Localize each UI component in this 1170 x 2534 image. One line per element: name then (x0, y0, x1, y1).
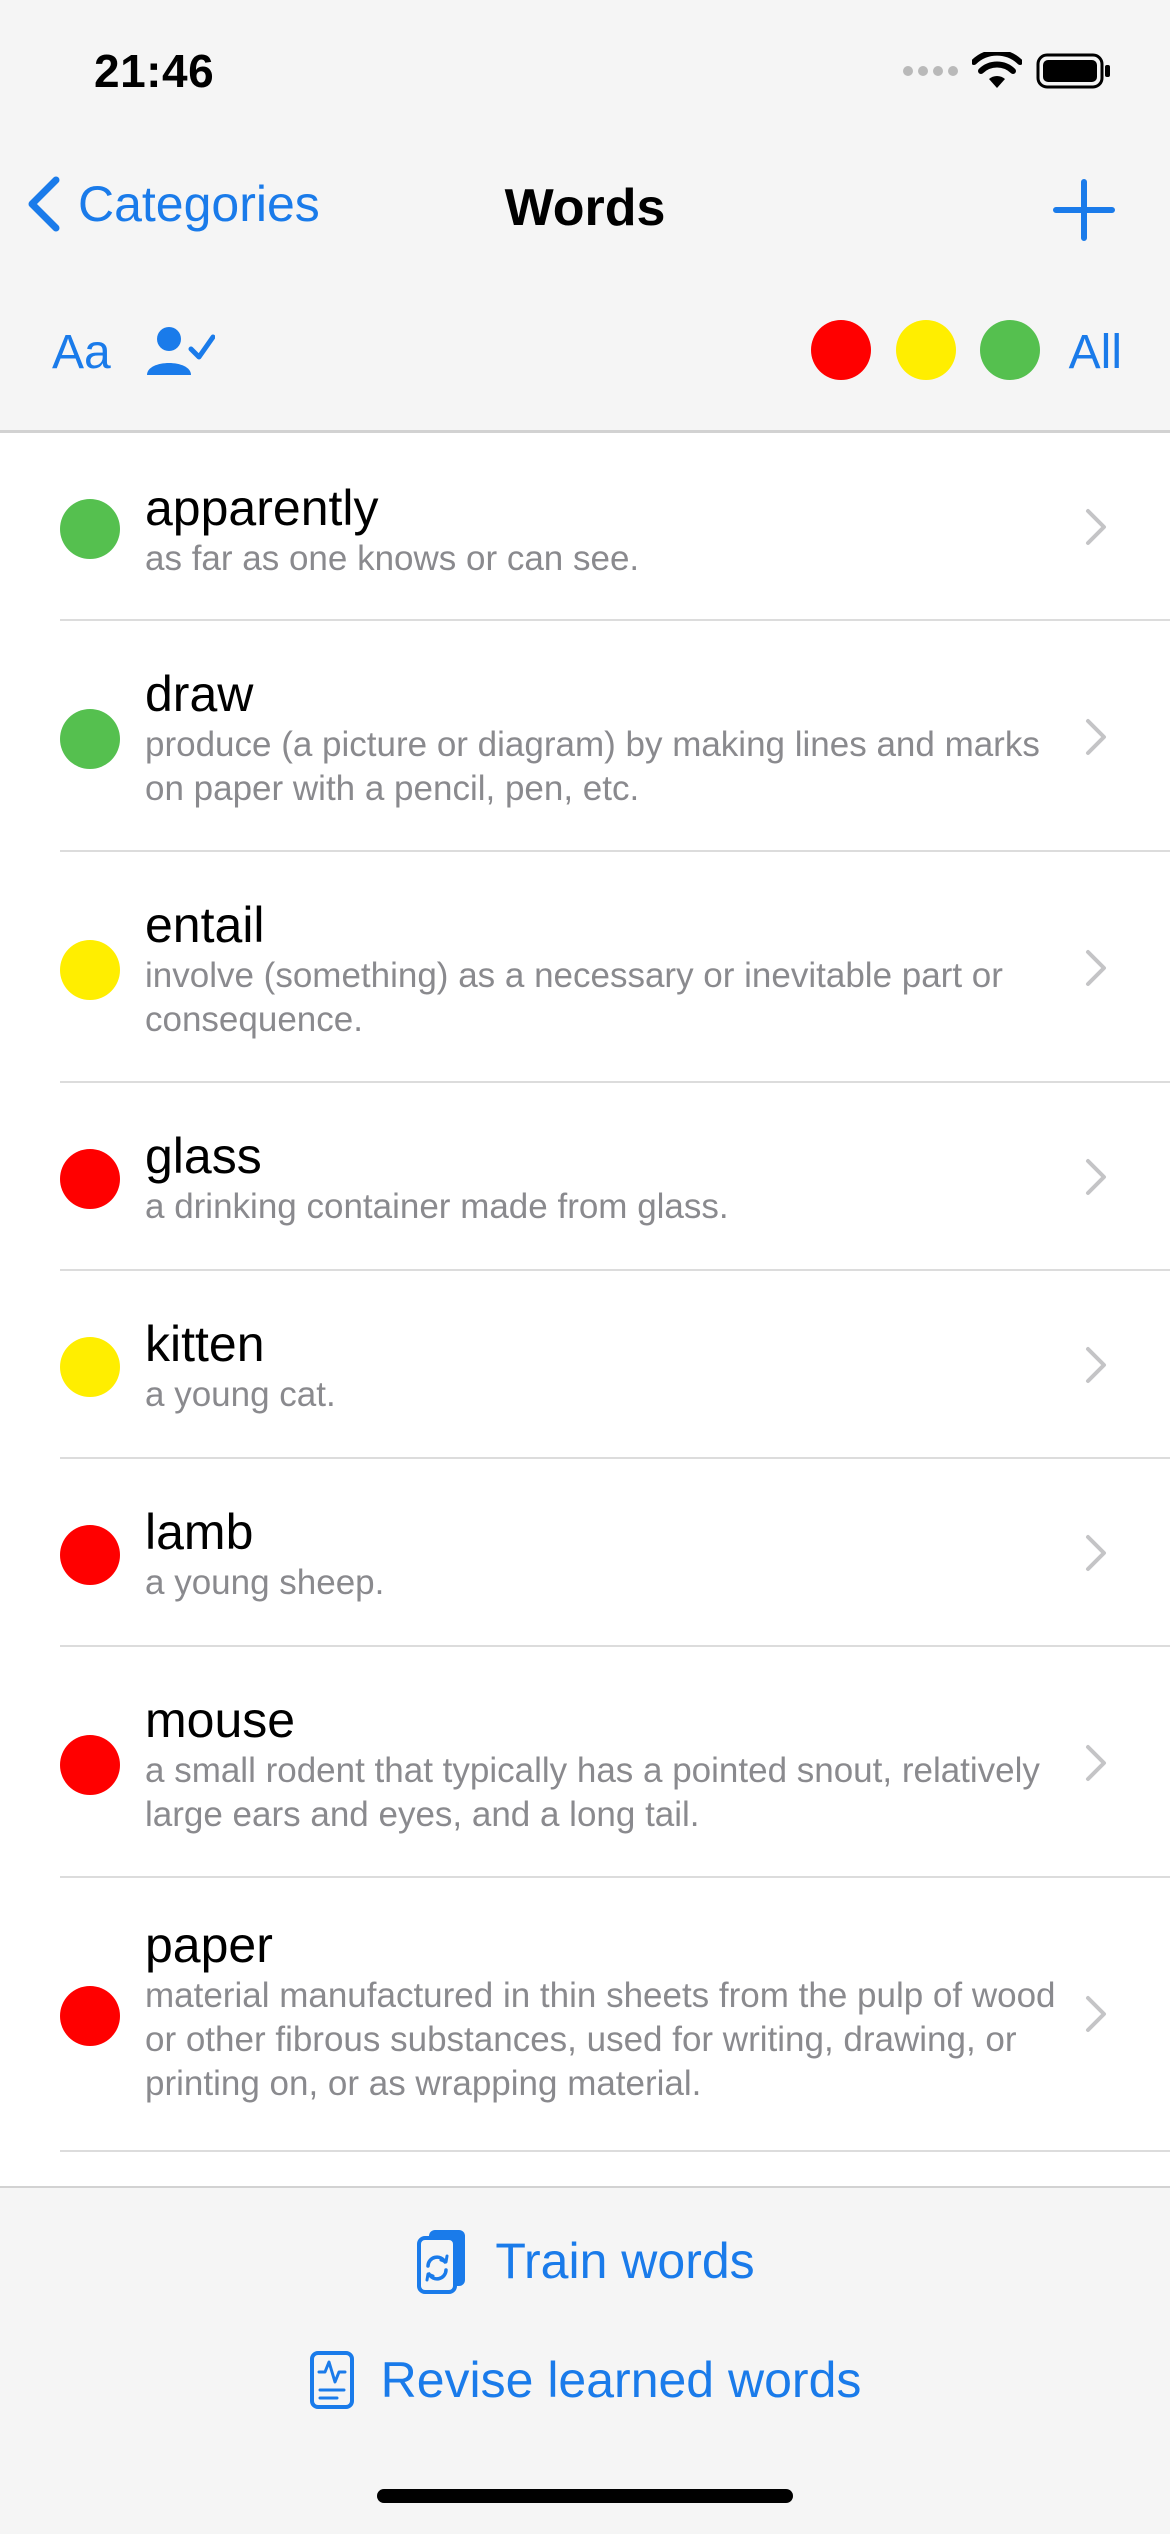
word-title: glass (145, 1128, 262, 1184)
chevron-right-icon (1086, 719, 1106, 755)
list-item[interactable]: draw produce (a picture or diagram) by m… (0, 621, 1170, 852)
phone-refresh-icon (417, 2230, 466, 2294)
cellular-signal-icon (903, 66, 958, 76)
word-definition: a young sheep. (145, 1563, 385, 1602)
row-separator (60, 2150, 1170, 2152)
list-item[interactable]: mouse a small rodent that typically has … (0, 1647, 1170, 1878)
navigation-bar: Categories Words (0, 150, 1170, 265)
word-definition: material manufactured in thin sheets fro… (145, 1976, 1056, 2103)
word-definition: produce (a picture or diagram) by making… (145, 725, 1040, 808)
filter-all-button[interactable]: All (1069, 325, 1122, 380)
chevron-right-icon (1086, 1347, 1106, 1383)
status-dot-green (60, 709, 120, 769)
filter-toolbar: Aa All (0, 265, 1170, 430)
status-icons (903, 52, 1112, 90)
chevron-right-icon (1086, 950, 1106, 986)
filter-red-button[interactable] (811, 320, 871, 380)
word-title: lamb (145, 1504, 254, 1560)
revise-learned-words-button[interactable]: Revise learned words (0, 2350, 1170, 2410)
status-bar: 21:46 (0, 0, 1170, 150)
filter-yellow-button[interactable] (896, 320, 956, 380)
wifi-icon (972, 52, 1022, 88)
page-title: Words (504, 179, 666, 237)
home-indicator (377, 2489, 793, 2503)
document-waveform-icon (309, 2351, 354, 2409)
word-definition: a drinking container made from glass. (145, 1187, 729, 1226)
list-item[interactable]: kitten a young cat. (0, 1271, 1170, 1459)
plus-icon[interactable] (1052, 178, 1116, 242)
status-dot-red (60, 1149, 120, 1209)
word-title: kitten (145, 1316, 265, 1372)
battery-icon (1036, 53, 1110, 89)
chevron-right-icon (1086, 1159, 1106, 1195)
list-item[interactable]: entail involve (something) as a necessar… (0, 852, 1170, 1083)
status-dot-red (60, 1986, 120, 2046)
word-title: draw (145, 666, 254, 722)
status-dot-green (60, 499, 120, 559)
train-words-button[interactable]: Train words (0, 2228, 1170, 2294)
status-dot-yellow (60, 940, 120, 1000)
word-list: apparently as far as one knows or can se… (0, 430, 1170, 2189)
font-size-button[interactable]: Aa (52, 325, 111, 380)
train-words-label: Train words (495, 2233, 755, 2289)
chevron-right-icon (1086, 1535, 1106, 1571)
word-definition: as far as one knows or can see. (145, 539, 640, 578)
word-definition: involve (something) as a necessary or in… (145, 956, 1003, 1039)
word-definition: a small rodent that typically has a poin… (145, 1751, 1040, 1834)
chevron-right-icon (1086, 1996, 1106, 2032)
word-definition: a young cat. (145, 1375, 336, 1414)
list-item[interactable]: apparently as far as one knows or can se… (0, 433, 1170, 621)
status-dot-red (60, 1735, 120, 1795)
status-dot-red (60, 1525, 120, 1585)
status-time: 21:46 (94, 45, 215, 97)
chevron-right-icon (1086, 509, 1106, 545)
word-title: paper (145, 1917, 273, 1973)
list-item[interactable]: paper material manufactured in thin shee… (0, 1878, 1170, 2152)
filter-green-button[interactable] (980, 320, 1040, 380)
list-item[interactable]: glass a drinking container made from gla… (0, 1083, 1170, 1271)
bottom-action-bar: Train words Revise learned words (0, 2186, 1170, 2534)
word-title: apparently (145, 480, 379, 536)
list-item[interactable]: lamb a young sheep. (0, 1459, 1170, 1647)
revise-learned-words-label: Revise learned words (380, 2352, 862, 2408)
word-title: mouse (145, 1692, 296, 1748)
word-title: entail (145, 897, 265, 953)
chevron-right-icon (1086, 1745, 1106, 1781)
person-checkmark-icon[interactable] (145, 323, 215, 383)
status-dot-yellow (60, 1337, 120, 1397)
